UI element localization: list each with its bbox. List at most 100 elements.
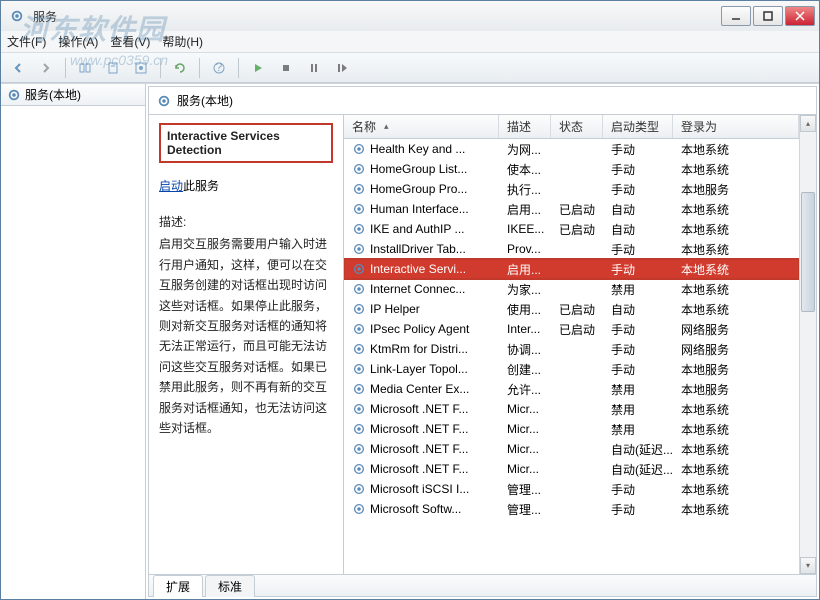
cell-logon: 本地系统 <box>673 481 799 498</box>
cell-name: Microsoft .NET F... <box>344 402 499 416</box>
cell-logon: 本地服务 <box>673 381 799 398</box>
table-row[interactable]: KtmRm for Distri...协调...手动网络服务 <box>344 339 799 359</box>
table-row[interactable]: Microsoft .NET F...Micr...自动(延迟...本地系统 <box>344 439 799 459</box>
titlebar[interactable]: 服务 <box>1 1 819 31</box>
cell-startup: 禁用 <box>603 281 673 298</box>
cell-desc: Inter... <box>499 322 551 336</box>
window-frame: 服务 文件(F) 操作(A) 查看(V) 帮助(H) ? <box>0 0 820 600</box>
cell-name: Human Interface... <box>344 202 499 216</box>
table-row[interactable]: Link-Layer Topol...创建...手动本地服务 <box>344 359 799 379</box>
cell-desc: Micr... <box>499 442 551 456</box>
cell-desc: Prov... <box>499 242 551 256</box>
column-startup[interactable]: 启动类型 <box>603 115 673 138</box>
back-button[interactable] <box>7 57 29 79</box>
cell-logon: 本地系统 <box>673 401 799 418</box>
restart-service-button[interactable] <box>331 57 353 79</box>
table-row[interactable]: HomeGroup List...使本...手动本地系统 <box>344 159 799 179</box>
scroll-thumb[interactable] <box>801 192 815 312</box>
table-row[interactable]: Interactive Servi...启用...手动本地系统 <box>344 259 799 279</box>
description-label: 描述: <box>159 212 333 232</box>
nav-root-node[interactable]: 服务(本地) <box>1 84 145 106</box>
scroll-down-button[interactable]: ▾ <box>800 557 816 574</box>
show-hide-button[interactable] <box>74 57 96 79</box>
table-row[interactable]: Media Center Ex...允许...禁用本地服务 <box>344 379 799 399</box>
table-row[interactable]: IKE and AuthIP ...IKEE...已启动自动本地系统 <box>344 219 799 239</box>
table-row[interactable]: IPsec Policy AgentInter...已启动手动网络服务 <box>344 319 799 339</box>
scroll-track[interactable] <box>800 132 816 557</box>
cell-startup: 禁用 <box>603 421 673 438</box>
forward-button[interactable] <box>35 57 57 79</box>
cell-desc: 启用... <box>499 201 551 218</box>
table-row[interactable]: IP Helper使用...已启动自动本地系统 <box>344 299 799 319</box>
cell-startup: 手动 <box>603 341 673 358</box>
cell-logon: 本地系统 <box>673 281 799 298</box>
cell-name: Media Center Ex... <box>344 382 499 396</box>
close-button[interactable] <box>785 6 815 26</box>
column-description[interactable]: 描述 <box>499 115 551 138</box>
cell-desc: 协调... <box>499 341 551 358</box>
cell-logon: 本地系统 <box>673 161 799 178</box>
menu-file[interactable]: 文件(F) <box>7 33 46 50</box>
table-row[interactable]: Health Key and ...为网...手动本地系统 <box>344 139 799 159</box>
export-button[interactable] <box>102 57 124 79</box>
table-row[interactable]: InstallDriver Tab...Prov...手动本地系统 <box>344 239 799 259</box>
minimize-button[interactable] <box>721 6 751 26</box>
cell-name: IP Helper <box>344 302 499 316</box>
menu-help[interactable]: 帮助(H) <box>162 33 203 50</box>
cell-logon: 本地系统 <box>673 301 799 318</box>
cell-logon: 本地系统 <box>673 441 799 458</box>
cell-desc: 管理... <box>499 501 551 518</box>
table-row[interactable]: Human Interface...启用...已启动自动本地系统 <box>344 199 799 219</box>
cell-logon: 本地系统 <box>673 421 799 438</box>
start-service-link[interactable]: 启动 <box>159 179 183 193</box>
vertical-scrollbar[interactable]: ▴ ▾ <box>799 115 816 574</box>
start-service-button[interactable] <box>247 57 269 79</box>
table-row[interactable]: HomeGroup Pro...执行...手动本地服务 <box>344 179 799 199</box>
services-icon <box>7 88 21 102</box>
service-rows: Health Key and ...为网...手动本地系统HomeGroup L… <box>344 139 799 574</box>
column-name[interactable]: 名称 <box>344 115 499 138</box>
tab-standard[interactable]: 标准 <box>205 575 255 597</box>
table-row[interactable]: Microsoft .NET F...Micr...禁用本地系统 <box>344 419 799 439</box>
scroll-up-button[interactable]: ▴ <box>800 115 816 132</box>
list-pane: 名称 描述 状态 启动类型 登录为 Health Key and ...为网..… <box>344 115 816 574</box>
menu-action[interactable]: 操作(A) <box>58 33 98 50</box>
cell-startup: 自动 <box>603 221 673 238</box>
cell-startup: 手动 <box>603 161 673 178</box>
detail-pane: Interactive Services Detection 启动此服务 描述:… <box>149 115 344 574</box>
table-row[interactable]: Microsoft Softw...管理...手动本地系统 <box>344 499 799 519</box>
cell-name: IKE and AuthIP ... <box>344 222 499 236</box>
help-button[interactable]: ? <box>208 57 230 79</box>
table-row[interactable]: Microsoft .NET F...Micr...自动(延迟...本地系统 <box>344 459 799 479</box>
description-text: 启用交互服务需要用户输入时进行用户通知，这样，便可以在交互服务创建的对话框出现时… <box>159 234 333 438</box>
cell-logon: 本地系统 <box>673 141 799 158</box>
cell-logon: 本地系统 <box>673 501 799 518</box>
cell-desc: 启用... <box>499 261 551 278</box>
maximize-button[interactable] <box>753 6 783 26</box>
table-row[interactable]: Internet Connec...为家...禁用本地系统 <box>344 279 799 299</box>
pause-service-button[interactable] <box>303 57 325 79</box>
cell-logon: 本地系统 <box>673 461 799 478</box>
table-row[interactable]: Microsoft .NET F...Micr...禁用本地系统 <box>344 399 799 419</box>
column-logon[interactable]: 登录为 <box>673 115 799 138</box>
cell-status: 已启动 <box>551 221 603 238</box>
cell-name: Health Key and ... <box>344 142 499 156</box>
properties-button[interactable] <box>130 57 152 79</box>
cell-logon: 本地系统 <box>673 261 799 278</box>
cell-startup: 手动 <box>603 261 673 278</box>
app-icon <box>9 8 25 24</box>
window-title: 服务 <box>29 8 719 25</box>
table-row[interactable]: Microsoft iSCSI I...管理...手动本地系统 <box>344 479 799 499</box>
refresh-button[interactable] <box>169 57 191 79</box>
cell-desc: 为网... <box>499 141 551 158</box>
stop-service-button[interactable] <box>275 57 297 79</box>
column-status[interactable]: 状态 <box>551 115 603 138</box>
detail-title-box: Interactive Services Detection <box>159 123 333 163</box>
detail-service-name: Interactive Services Detection <box>167 129 325 157</box>
cell-desc: 为家... <box>499 281 551 298</box>
menu-view[interactable]: 查看(V) <box>110 33 150 50</box>
tab-extended[interactable]: 扩展 <box>153 575 203 597</box>
cell-status: 已启动 <box>551 201 603 218</box>
cell-startup: 手动 <box>603 241 673 258</box>
cell-name: Link-Layer Topol... <box>344 362 499 376</box>
